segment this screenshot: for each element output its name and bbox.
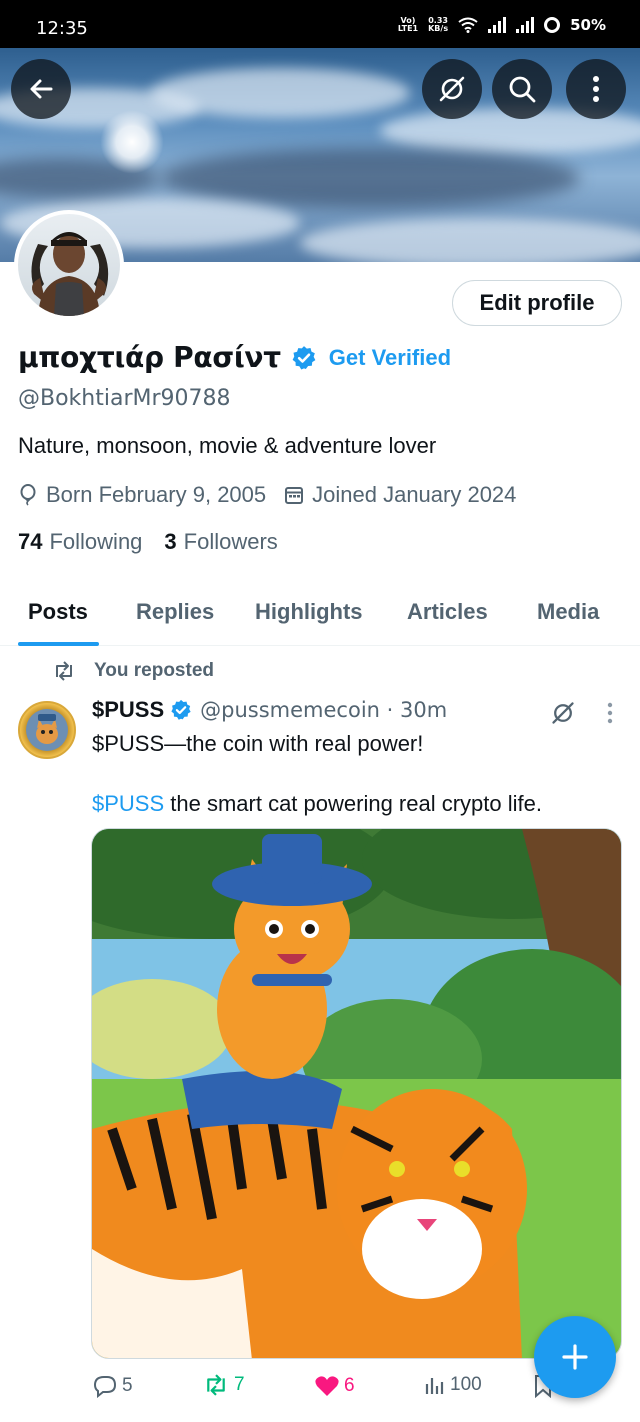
birthday-text: Born February 9, 2005 [46,482,267,507]
reply-count: 5 [122,1375,133,1396]
signal-icon-2 [516,17,535,33]
reply-button[interactable]: 5 [92,1374,133,1398]
compose-post-button[interactable] [534,1316,616,1398]
get-verified-link[interactable]: Get Verified [329,345,451,371]
following-count: 74 [18,529,43,554]
status-indicators: Vo) LTE1 0.33 KB/s 50% [398,16,606,34]
profile-handle: @BokhtiarMr90788 [18,386,231,411]
like-count: 6 [344,1375,355,1396]
views-button[interactable]: 100 [424,1374,482,1396]
avatar-illustration [31,232,109,316]
post-author-name[interactable]: $PUSS [92,697,164,723]
balloon-icon [20,484,36,506]
active-tab-indicator [18,642,99,646]
tab-media[interactable]: Media [537,599,599,625]
followers-count: 3 [164,529,177,554]
repost-indicator: You reposted [52,660,214,682]
more-button[interactable] [566,59,626,119]
edit-profile-button[interactable]: Edit profile [452,280,622,326]
bar-chart-icon [425,1378,444,1394]
post-handle-time: @pussmemecoin · 30m [200,698,448,722]
repost-count: 7 [234,1374,245,1395]
birthday-item: Born February 9, 2005 [18,482,266,508]
post-more-icon[interactable] [606,702,614,724]
post-media-image[interactable] [91,828,622,1359]
volte-indicator: Vo) LTE1 [397,16,419,33]
signal-icon-1 [488,17,507,33]
heart-icon [315,1376,339,1396]
repost-button[interactable]: 7 [202,1374,245,1396]
view-count: 100 [450,1374,482,1395]
follow-stats: 74 Following 3 Followers [18,529,300,555]
battery-percent: 50% [570,16,606,34]
following-link[interactable]: 74 Following [18,529,142,555]
profile-tabs: Posts Replies Highlights Articles Media [0,580,640,646]
cat-coin-illustration [26,709,68,751]
verified-badge-icon [292,345,316,369]
verified-badge-icon [171,699,191,720]
search-icon [509,76,536,103]
repost-label: You reposted [94,660,214,681]
calendar-icon [285,487,304,504]
following-label: Following [49,529,143,554]
post-header: $PUSS @pussmemecoin · 30m [92,697,447,723]
back-arrow-icon [30,79,53,99]
cat-riding-tiger-illustration [92,829,621,1358]
profile-avatar[interactable] [14,210,124,320]
network-speed: 0.33 KB/s [428,16,449,33]
tab-replies[interactable]: Replies [136,599,214,625]
wifi-icon [458,17,478,33]
post-text-line1: $PUSS—the coin with real power! [92,731,424,756]
back-button[interactable] [11,59,71,119]
like-button[interactable]: 6 [314,1374,355,1398]
status-bar: 12:35 Vo) LTE1 0.33 KB/s 50% [0,0,640,48]
grok-icon [439,76,465,102]
reply-icon [93,1376,117,1398]
grok-button[interactable] [422,59,482,119]
plus-icon [562,1344,588,1370]
tab-highlights[interactable]: Highlights [255,599,363,625]
profile-meta: Born February 9, 2005 Joined January 202… [18,482,534,508]
followers-link[interactable]: 3 Followers [164,529,277,555]
search-button[interactable] [492,59,552,119]
post-text-line2: $PUSS the smart cat powering real crypto… [92,791,542,817]
grok-icon[interactable] [550,700,576,726]
post-text-rest: the smart cat powering real crypto life. [164,791,542,816]
joined-item: Joined January 2024 [284,482,516,508]
profile-bio: Nature, monsoon, movie & adventure lover [18,433,437,458]
followers-label: Followers [183,529,278,554]
cashtag-link[interactable]: $PUSS [92,791,164,816]
tab-posts[interactable]: Posts [28,599,88,625]
repost-icon [56,661,72,681]
display-name: μποχτιάρ Ρασίντ [18,341,281,374]
battery-icon [544,17,561,33]
repost-icon [207,1374,225,1396]
post-author-avatar[interactable] [18,701,76,759]
joined-text: Joined January 2024 [312,482,517,507]
more-vertical-icon [593,76,599,102]
status-time: 12:35 [36,18,88,39]
name-row: μποχτιάρ Ρασίντ Get Verified [18,341,451,374]
tab-articles[interactable]: Articles [407,599,488,625]
